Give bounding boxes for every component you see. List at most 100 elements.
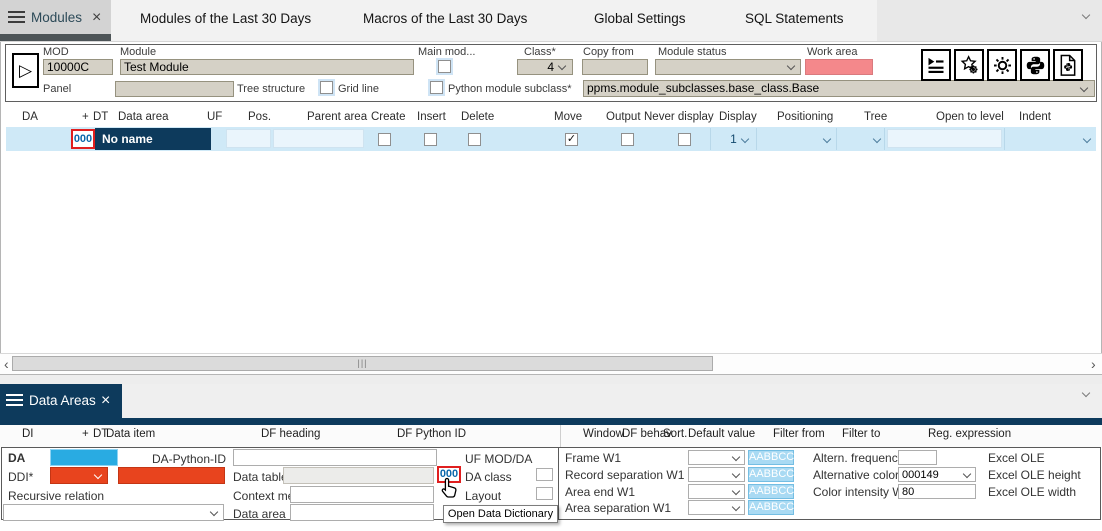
col-uf: UF bbox=[207, 111, 222, 123]
data-area-field[interactable] bbox=[290, 504, 434, 521]
col-da: DA bbox=[22, 111, 38, 123]
class-label: Class* bbox=[524, 46, 556, 58]
main-mod-label: Main mod... bbox=[418, 46, 475, 58]
layout-label: Layout bbox=[465, 489, 501, 503]
form-divider bbox=[558, 447, 559, 520]
add-row-button[interactable]: + bbox=[82, 111, 89, 123]
python-file-button[interactable] bbox=[1053, 49, 1083, 81]
col-indent: Indent bbox=[1019, 111, 1051, 123]
work-area-field[interactable] bbox=[805, 59, 873, 75]
record-separation-w1-color-field[interactable]: AABBCC bbox=[748, 467, 794, 482]
row-delete-checkbox[interactable] bbox=[468, 133, 481, 146]
col-sort: Sort. bbox=[663, 428, 687, 440]
panel-field[interactable] bbox=[115, 81, 234, 97]
grid-line-checkbox[interactable] bbox=[320, 81, 333, 94]
data-area-label: Data area bbox=[233, 507, 286, 521]
copy-from-label: Copy from bbox=[583, 46, 634, 58]
row-move-checkbox[interactable]: ✓ bbox=[565, 133, 578, 146]
col-delete: Delete bbox=[461, 111, 494, 123]
da-python-id-field[interactable] bbox=[233, 449, 437, 466]
tree-structure-label: Tree structure bbox=[237, 83, 305, 95]
mod-field[interactable]: 10000C bbox=[43, 59, 113, 75]
python-subclass-label: Python module subclass* bbox=[448, 83, 572, 95]
col-df-heading: DF heading bbox=[261, 428, 320, 440]
main-mod-checkbox[interactable] bbox=[438, 60, 451, 73]
data-table-field[interactable] bbox=[283, 467, 434, 484]
col-default-value: Default value bbox=[688, 428, 755, 440]
row-parent-area-cell[interactable] bbox=[273, 129, 364, 148]
run-list-icon bbox=[926, 55, 946, 75]
tab-sql-statements[interactable]: SQL Statements bbox=[745, 11, 844, 26]
module-status-label: Module status bbox=[658, 46, 726, 58]
run-with-parameters-button[interactable] bbox=[921, 49, 951, 81]
col-data-item: Data item bbox=[106, 428, 155, 440]
header-divider bbox=[560, 425, 561, 447]
frame-w1-label: Frame W1 bbox=[565, 451, 621, 465]
row-never-display-checkbox[interactable] bbox=[678, 133, 691, 146]
layout-field[interactable] bbox=[536, 487, 553, 500]
frame-w1-color-field[interactable]: AABBCC bbox=[748, 450, 794, 465]
close-icon[interactable]: × bbox=[101, 394, 110, 408]
ddi-field[interactable] bbox=[118, 467, 225, 484]
scrollbar-thumb[interactable]: ||| bbox=[12, 356, 713, 371]
star-gear-icon bbox=[959, 55, 980, 76]
da-field[interactable] bbox=[50, 449, 118, 466]
scroll-right-icon[interactable]: › bbox=[1091, 357, 1096, 371]
record-separation-w1-label: Record separation W1 bbox=[565, 468, 684, 482]
python-subclass-checkbox[interactable] bbox=[430, 81, 443, 94]
python-subclass-dropdown[interactable]: ppms.module_subclasses.base_class.Base bbox=[583, 80, 1095, 97]
col-open-to-level: Open to level bbox=[936, 111, 1004, 123]
color-intensity-field[interactable]: 80 bbox=[898, 484, 976, 499]
row-dt-link[interactable]: 000 bbox=[71, 129, 95, 149]
data-areas-tabstrip bbox=[0, 384, 1102, 418]
python-button[interactable] bbox=[1020, 49, 1050, 81]
tab-modules-last-30-days[interactable]: Modules of the Last 30 Days bbox=[140, 11, 311, 26]
row-pos-cell[interactable] bbox=[226, 129, 271, 148]
python-icon bbox=[1025, 55, 1046, 76]
da-class-label: DA class bbox=[465, 470, 512, 484]
row-insert-checkbox[interactable] bbox=[424, 133, 437, 146]
altern-frequency-field[interactable] bbox=[898, 450, 937, 465]
excel-ole-width-label: Excel OLE width bbox=[988, 485, 1076, 499]
color-intensity-label: Color intensity W1 bbox=[813, 485, 910, 499]
row-data-area-cell[interactable]: No name bbox=[95, 128, 211, 150]
area-end-w1-color-field[interactable]: AABBCC bbox=[748, 484, 794, 499]
add-row-button[interactable]: + bbox=[82, 428, 89, 440]
tab-data-areas[interactable]: Data Areas × bbox=[0, 384, 122, 418]
module-status-dropdown[interactable] bbox=[655, 59, 801, 75]
row-create-checkbox[interactable] bbox=[378, 133, 391, 146]
da-class-field[interactable] bbox=[536, 468, 553, 481]
context-menu-field[interactable] bbox=[290, 486, 434, 503]
tab-global-settings[interactable]: Global Settings bbox=[594, 11, 686, 26]
close-icon[interactable]: × bbox=[92, 11, 101, 25]
tab-modules[interactable]: Modules × bbox=[0, 0, 111, 35]
settings-button[interactable] bbox=[987, 49, 1017, 81]
panel-label: Panel bbox=[43, 83, 71, 95]
excel-ole-height-label: Excel OLE height bbox=[988, 468, 1081, 482]
recursive-relation-dropdown[interactable] bbox=[3, 504, 224, 521]
hand-cursor bbox=[441, 477, 458, 498]
col-di: DI bbox=[22, 428, 34, 440]
panel-divider bbox=[0, 375, 1102, 384]
copy-from-field[interactable] bbox=[582, 59, 648, 75]
module-name-field[interactable]: Test Module bbox=[120, 59, 414, 75]
area-end-w1-label: Area end W1 bbox=[565, 485, 635, 499]
col-reg-expression: Reg. expression bbox=[928, 428, 1011, 440]
menu-icon[interactable] bbox=[6, 394, 23, 396]
col-tree: Tree bbox=[864, 111, 887, 123]
row-display-dropdown[interactable]: 1 bbox=[710, 128, 757, 150]
tab-macros-last-30-days[interactable]: Macros of the Last 30 Days bbox=[363, 11, 527, 26]
row-open-to-level-cell[interactable] bbox=[887, 129, 1002, 148]
star-gear-button[interactable] bbox=[954, 49, 984, 81]
menu-icon[interactable] bbox=[8, 11, 25, 13]
col-filter-from: Filter from bbox=[773, 428, 825, 440]
scroll-left-icon[interactable]: ‹ bbox=[4, 357, 9, 371]
row-output-checkbox[interactable] bbox=[621, 133, 634, 146]
run-module-button[interactable]: ▷ bbox=[12, 53, 39, 88]
recursive-relation-label: Recursive relation bbox=[8, 489, 104, 503]
da-label: DA bbox=[8, 451, 25, 465]
app-window: Modules × Modules of the Last 30 Days Ma… bbox=[0, 0, 1102, 531]
altern-frequency-label: Altern. frequency bbox=[813, 451, 904, 465]
grid-line-label: Grid line bbox=[338, 83, 379, 95]
area-separation-w1-color-field[interactable]: AABBCC bbox=[748, 500, 794, 515]
